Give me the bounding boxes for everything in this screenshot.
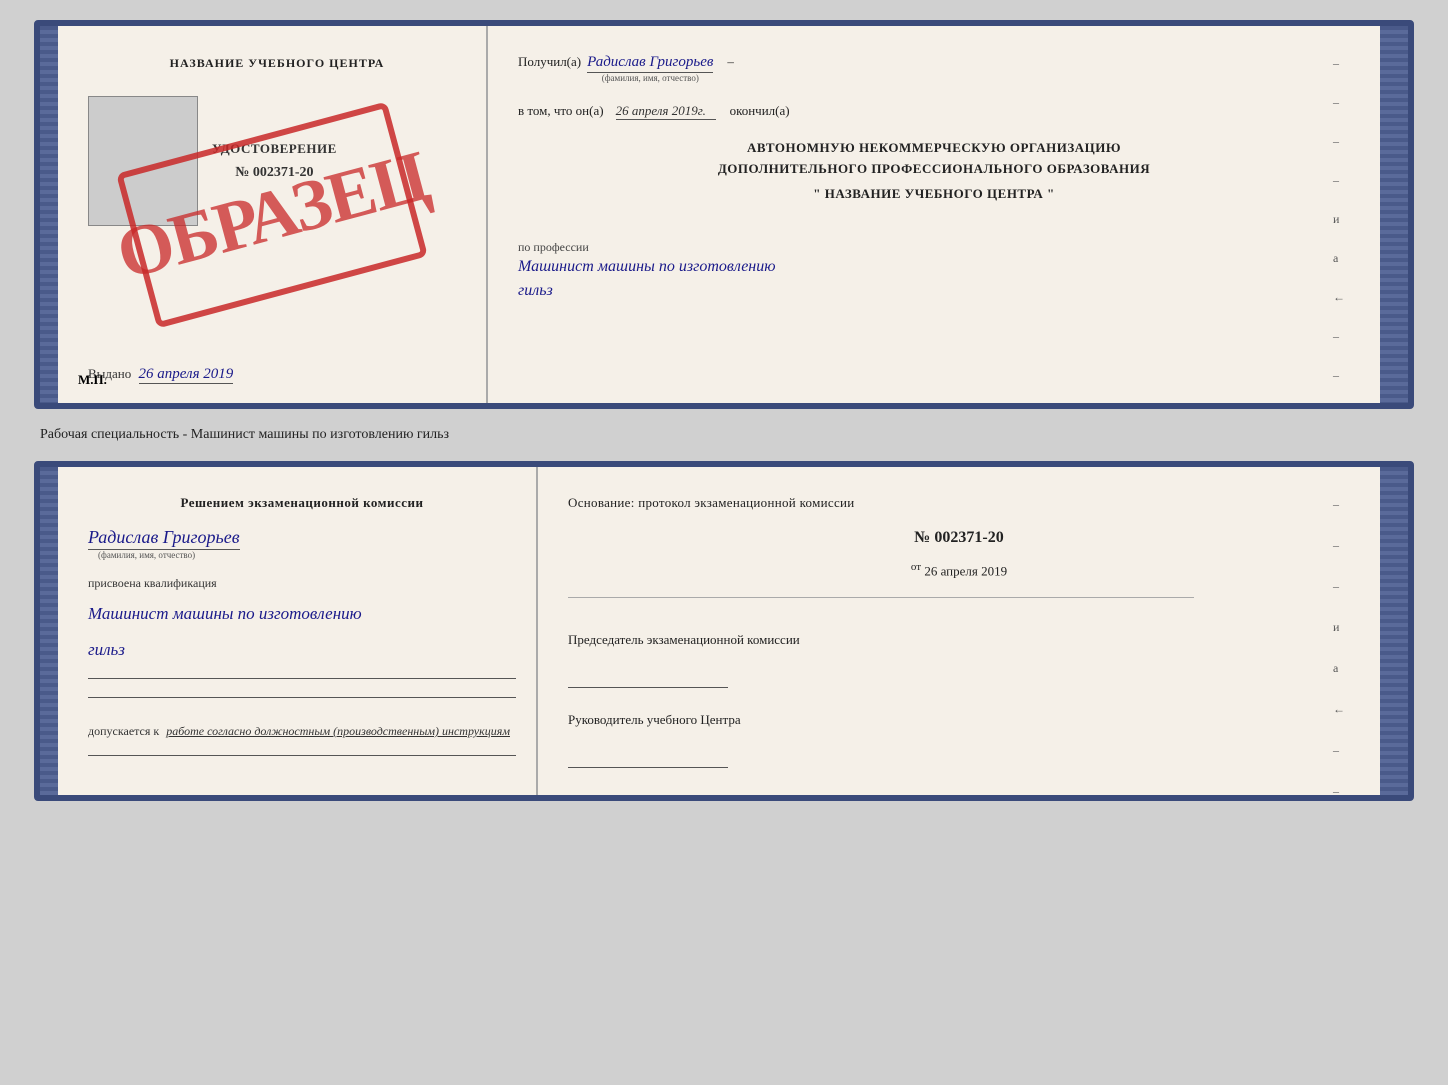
top-left-title: НАЗВАНИЕ УЧЕБНОГО ЦЕНТРА — [88, 56, 466, 71]
fio-sublabel-top: (фамилия, имя, отчество) — [602, 73, 699, 83]
recipient-name-top: Радислав Григорьев — [587, 54, 713, 73]
org-name: " НАЗВАНИЕ УЧЕБНОГО ЦЕНТРА " — [518, 184, 1350, 205]
bottom-left-panel: Решением экзаменационной комиссии Радисл… — [58, 467, 538, 795]
okanchil-label: окончил(а) — [730, 103, 790, 119]
predsedatel-sig-line — [568, 687, 728, 688]
org-block: АВТОНОМНУЮ НЕКОММЕРЧЕСКУЮ ОРГАНИЗАЦИЮ ДО… — [518, 138, 1350, 204]
mp-label: М.П. — [78, 372, 107, 388]
right-dashes-bottom: – – – и а ← – – – — [1333, 497, 1345, 801]
bottom-fio-sublabel: (фамилия, имя, отчество) — [98, 550, 195, 560]
dopuskaetsya-prefix: допускается к — [88, 724, 159, 738]
poluchil-line: Получил(а) Радислав Григорьев (фамилия, … — [518, 54, 1350, 83]
right-edge-bottom — [1380, 467, 1408, 795]
dopuskaetsya-block: допускается к работе согласно должностны… — [88, 724, 516, 739]
profession-line1-top: Машинист машины по изготовлению — [518, 255, 1350, 279]
vtom-label: в том, что он(а) — [518, 103, 604, 119]
right-dashes-top: – – – – и а ← – – – — [1333, 56, 1345, 409]
top-document-card: НАЗВАНИЕ УЧЕБНОГО ЦЕНТРА УДОСТОВЕРЕНИЕ №… — [34, 20, 1414, 409]
bottom-recipient-block: Радислав Григорьев (фамилия, имя, отчест… — [88, 527, 516, 560]
predsedatel-label: Председатель экзаменационной комиссии — [568, 632, 1350, 648]
spine-left — [40, 26, 58, 403]
ot-label: от — [911, 561, 921, 573]
vydano-line: Выдано 26 апреля 2019 — [88, 366, 466, 383]
prisvoena-label: присвоена квалификация — [88, 576, 516, 591]
bottom-recipient-name: Радислав Григорьев — [88, 527, 240, 550]
rukovoditel-label: Руководитель учебного Центра — [568, 712, 1350, 728]
qualification-line2: гильз — [88, 637, 516, 663]
po-professii-block: по профессии Машинист машины по изготовл… — [518, 232, 1350, 303]
resheniyem-label: Решением экзаменационной комиссии — [88, 495, 516, 511]
osnovanie-label: Основание: протокол экзаменационной коми… — [568, 495, 1350, 511]
vtom-date: 26 апреля 2019г. — [616, 103, 716, 120]
dopuskaetsya-text: работе согласно должностным (производств… — [166, 724, 510, 738]
poluchil-label: Получил(а) — [518, 54, 581, 70]
proto-number: № 002371-20 — [568, 529, 1350, 547]
org-line2: ДОПОЛНИТЕЛЬНОГО ПРОФЕССИОНАЛЬНОГО ОБРАЗО… — [518, 159, 1350, 180]
bottom-right-panel: Основание: протокол экзаменационной коми… — [538, 467, 1380, 795]
org-line1: АВТОНОМНУЮ НЕКОММЕРЧЕСКУЮ ОРГАНИЗАЦИЮ — [518, 138, 1350, 159]
proto-date: 26 апреля 2019 — [924, 563, 1007, 578]
proto-date-line: от 26 апреля 2019 — [568, 561, 1350, 579]
spine-bottom-left — [40, 467, 58, 795]
po-professii-label: по профессии — [518, 240, 1350, 255]
qualification-line1: Машинист машины по изготовлению — [88, 601, 516, 627]
bottom-document-card: Решением экзаменационной комиссии Радисл… — [34, 461, 1414, 801]
between-label: Рабочая специальность - Машинист машины … — [40, 427, 449, 443]
right-edge-top — [1380, 26, 1408, 403]
vydano-date: 26 апреля 2019 — [139, 366, 234, 384]
top-left-panel: НАЗВАНИЕ УЧЕБНОГО ЦЕНТРА УДОСТОВЕРЕНИЕ №… — [58, 26, 488, 403]
rukovoditel-sig-line — [568, 767, 728, 768]
vtom-line: в том, что он(а) 26 апреля 2019г. окончи… — [518, 103, 1350, 120]
top-right-panel: Получил(а) Радислав Григорьев (фамилия, … — [488, 26, 1380, 403]
profession-line2-top: гильз — [518, 279, 1350, 303]
